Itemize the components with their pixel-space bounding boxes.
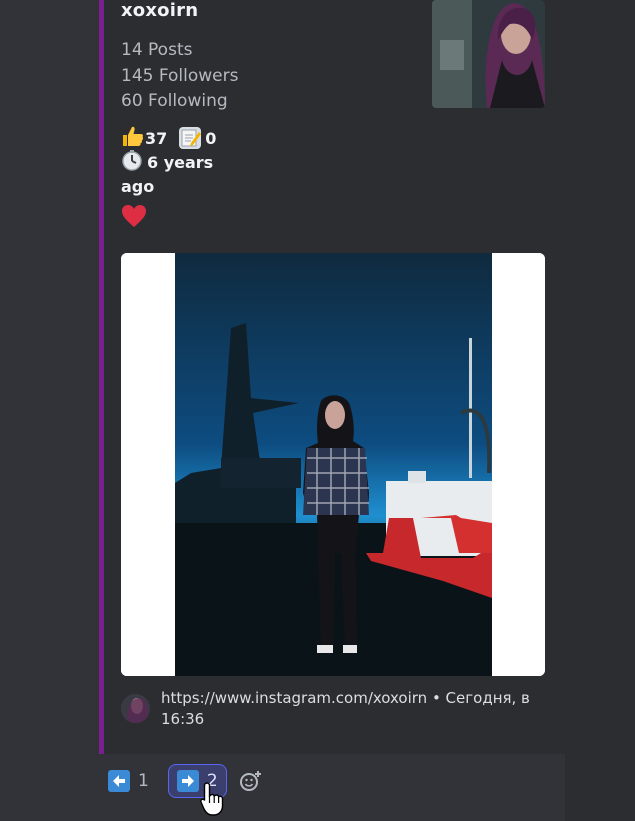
memo-icon <box>179 127 202 149</box>
account-age-line2: ago <box>121 176 155 196</box>
embed-footer[interactable]: https://www.instagram.com/xoxoirn • Сего… <box>161 688 531 730</box>
account-age-line1: 6 years <box>147 152 214 172</box>
edits-count: 0 <box>205 128 217 148</box>
posts-count: 14 Posts <box>121 40 193 60</box>
add-reaction-icon[interactable] <box>239 769 263 793</box>
reaction-bar: 1 2 <box>99 758 263 804</box>
background-strip <box>565 0 635 821</box>
profile-username[interactable]: xoxoirn <box>121 0 198 21</box>
likes-count: 37 <box>145 128 168 148</box>
hand-cursor-icon <box>200 781 224 821</box>
embed-image[interactable] <box>121 253 545 676</box>
thumbs-up-icon <box>121 125 145 151</box>
profile-thumbnail[interactable] <box>432 0 545 108</box>
stopwatch-icon <box>121 149 143 175</box>
followers-count: 145 Followers <box>121 66 239 86</box>
profile-photo <box>432 0 545 108</box>
arrow-left-icon <box>108 770 130 792</box>
profile-badges: 37 0 6 years ago <box>121 126 216 198</box>
reaction-previous[interactable]: 1 <box>99 764 158 798</box>
following-count: 60 Following <box>121 91 228 111</box>
post-photo <box>121 253 545 676</box>
arrow-right-icon <box>176 770 199 792</box>
reaction-count: 1 <box>138 771 149 791</box>
footer-avatar <box>121 694 150 723</box>
heart-icon <box>121 204 147 232</box>
